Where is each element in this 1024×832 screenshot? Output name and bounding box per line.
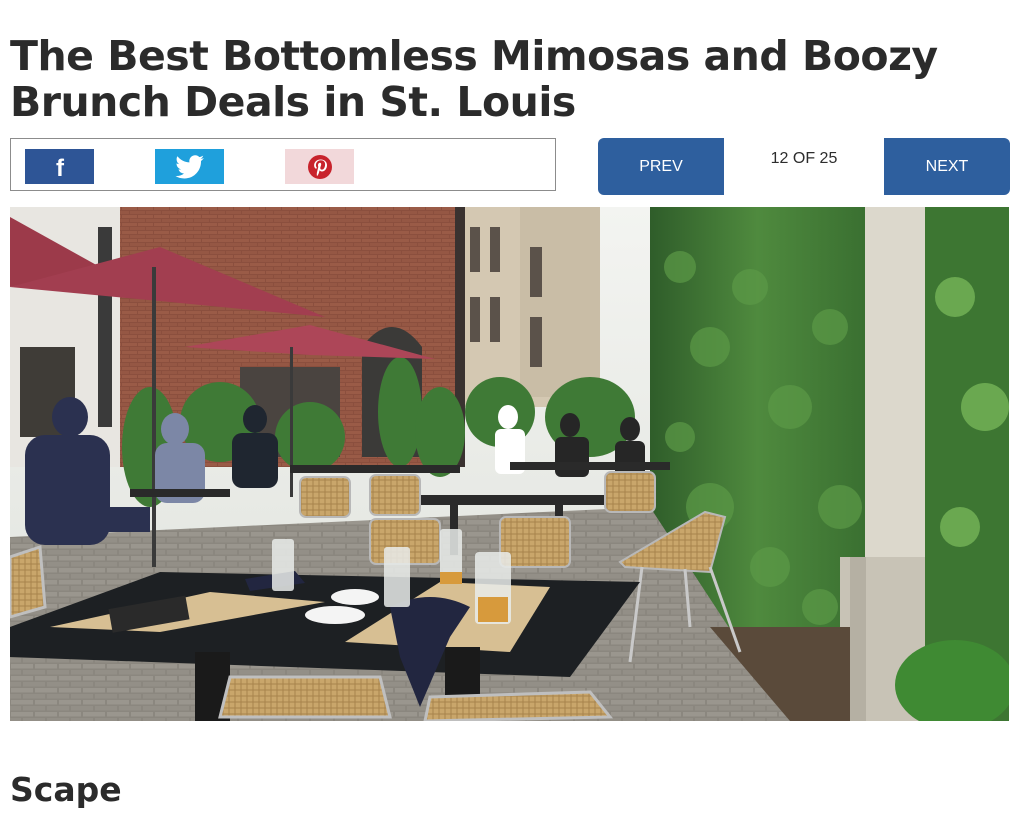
- facebook-icon: f: [56, 155, 65, 180]
- patio-scene-image: [10, 207, 1009, 721]
- twitter-icon: [174, 154, 204, 178]
- gallery-photo: [10, 207, 1009, 721]
- pinterest-share-button[interactable]: [285, 149, 354, 184]
- share-bar: f: [10, 138, 556, 191]
- pinterest-icon: [307, 154, 332, 179]
- slide-counter: 12 OF 25: [770, 150, 838, 167]
- twitter-share-button[interactable]: [155, 149, 224, 184]
- prev-button[interactable]: PREV: [598, 138, 724, 195]
- section-heading: Scape: [10, 770, 122, 809]
- next-button[interactable]: NEXT: [884, 138, 1010, 195]
- svg-text:f: f: [56, 155, 65, 180]
- facebook-share-button[interactable]: f: [25, 149, 94, 184]
- article-title: The Best Bottomless Mimosas and Boozy Br…: [10, 32, 938, 126]
